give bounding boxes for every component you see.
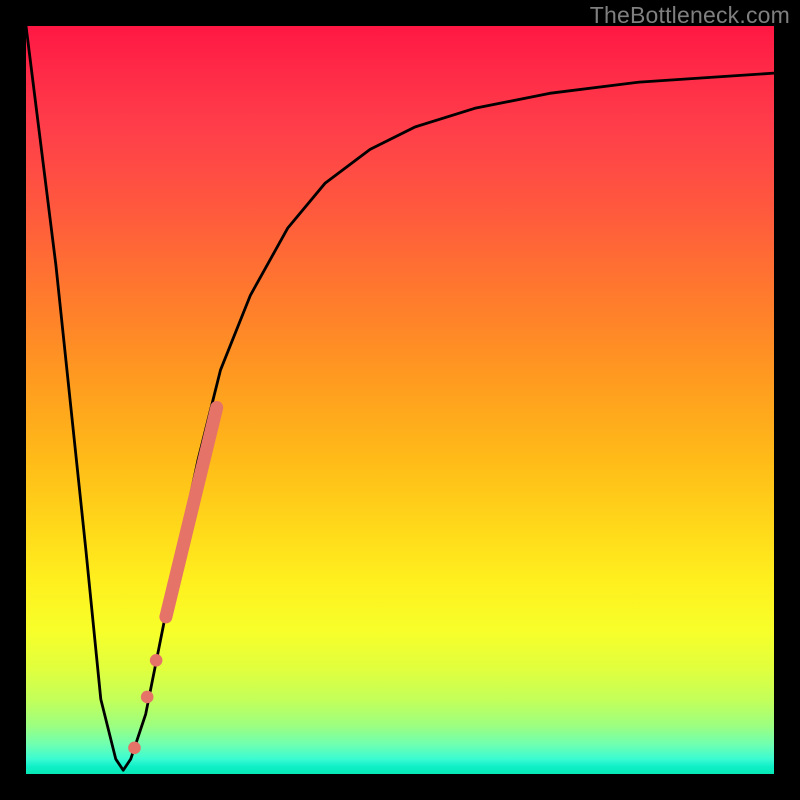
- plot-area: [26, 26, 774, 774]
- marker-dot-3: [128, 742, 141, 755]
- marker-dot-1: [150, 654, 163, 667]
- curve-layer: [26, 26, 774, 774]
- marker-dot-2: [141, 691, 154, 704]
- watermark-text: TheBottleneck.com: [590, 2, 790, 29]
- chart-frame: TheBottleneck.com: [0, 0, 800, 800]
- marker-segment: [166, 407, 217, 616]
- bottleneck-curve: [26, 26, 774, 770]
